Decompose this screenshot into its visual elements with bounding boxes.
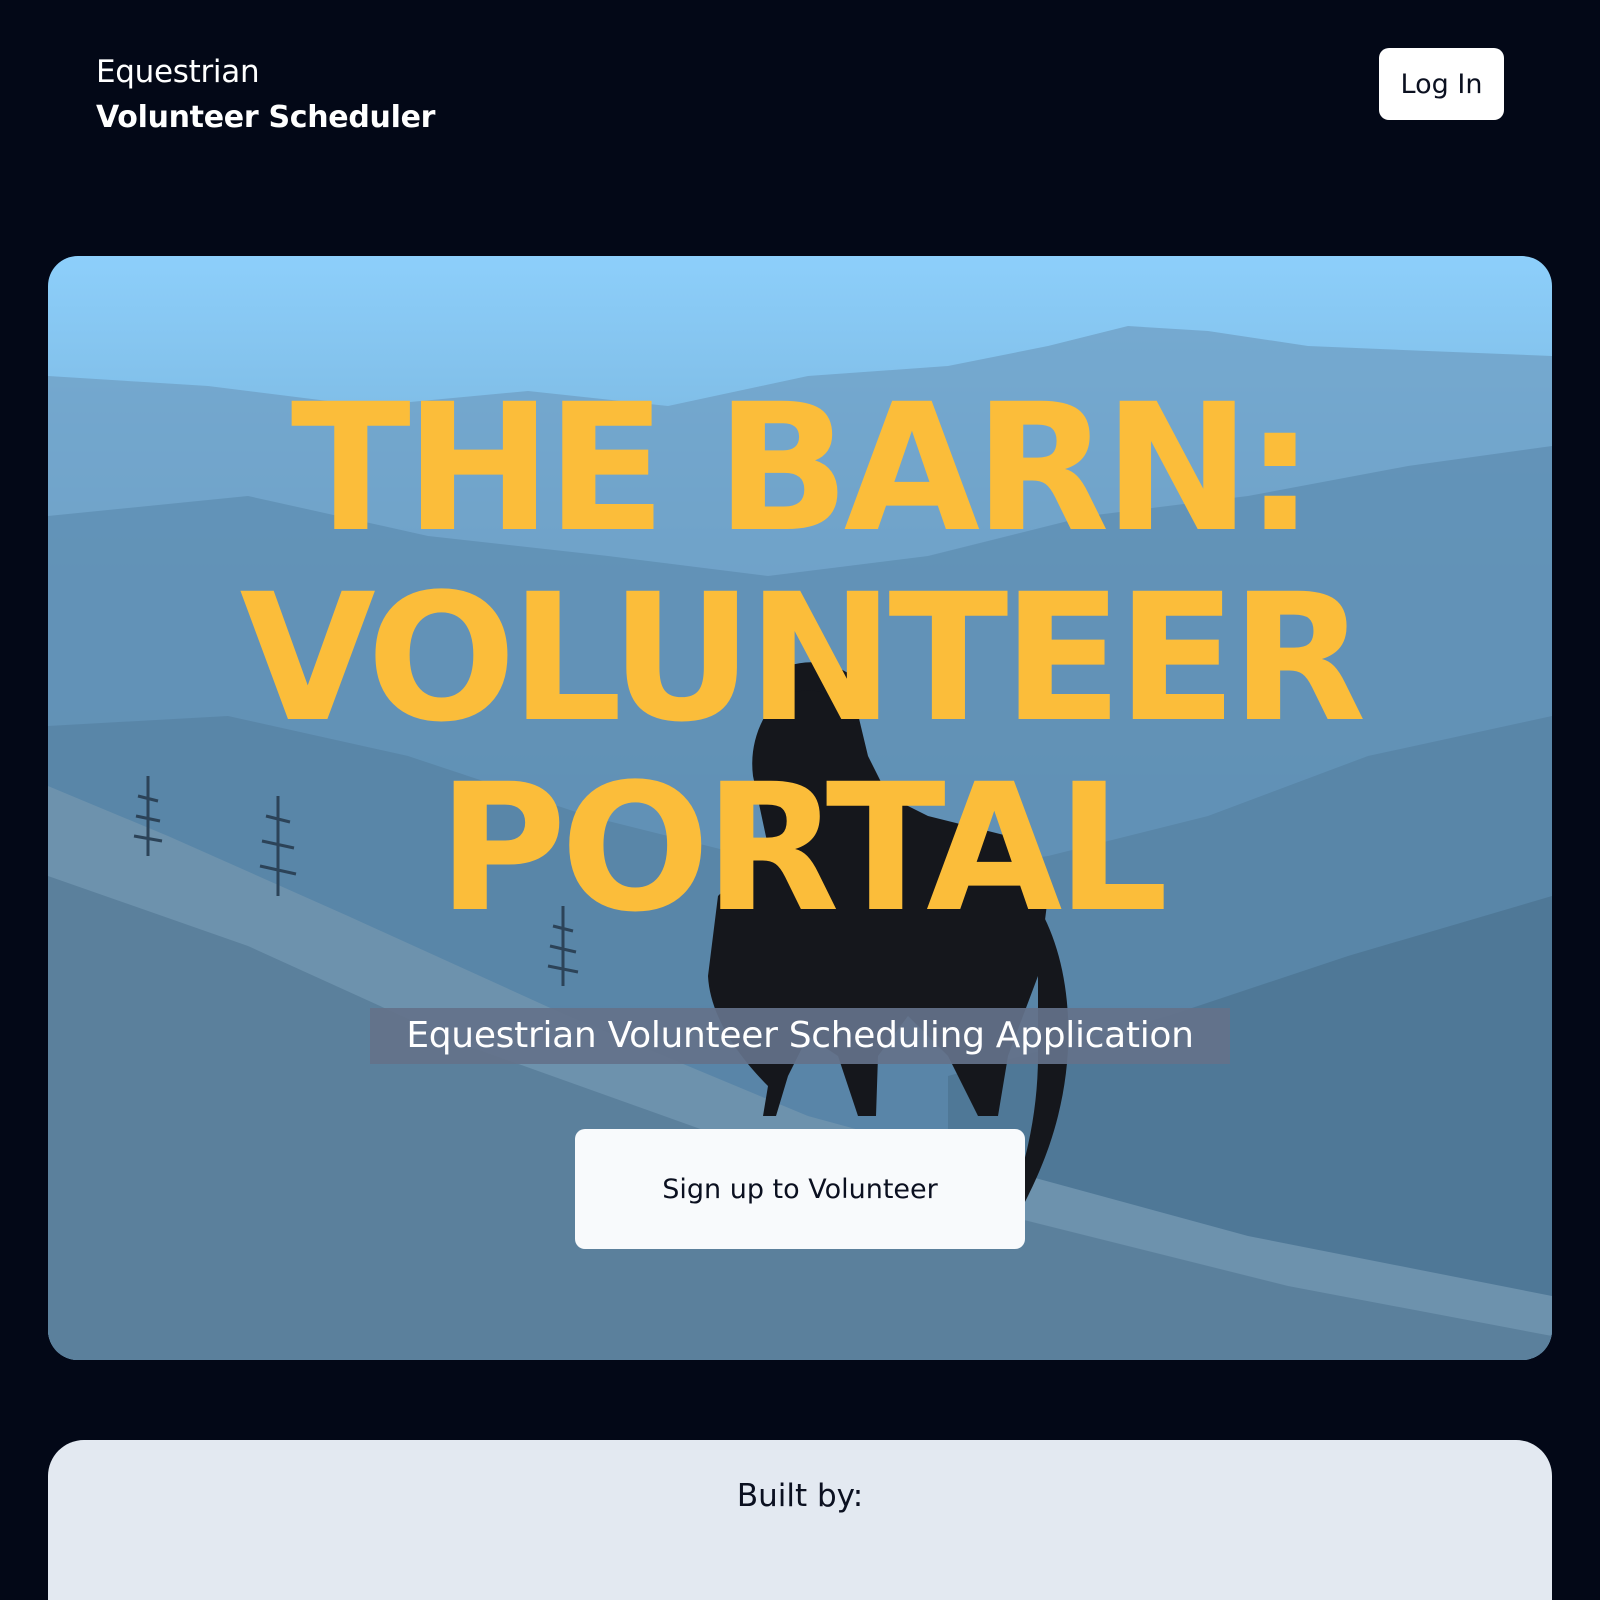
hero-banner: THE BARN: VOLUNTEER PORTAL Equestrian Vo… <box>48 256 1552 1360</box>
hero-title-line-1: THE BARN: <box>290 366 1315 571</box>
built-by-card: Built by: <box>48 1440 1552 1600</box>
hero-title: THE BARN: VOLUNTEER PORTAL <box>48 374 1552 944</box>
page: Equestrian Volunteer Scheduler Log In TH… <box>0 0 1600 1600</box>
hero-title-line-2: VOLUNTEER <box>239 556 1367 761</box>
sign-up-volunteer-button[interactable]: Sign up to Volunteer <box>575 1129 1025 1249</box>
login-button[interactable]: Log In <box>1379 48 1504 120</box>
brand-logo[interactable]: Equestrian Volunteer Scheduler <box>96 52 435 140</box>
built-by-heading: Built by: <box>736 1478 864 1514</box>
hero-subtitle: Equestrian Volunteer Scheduling Applicat… <box>370 1008 1230 1064</box>
brand-line-scheduler: Volunteer Scheduler <box>96 100 436 135</box>
hero-subtitle-container: Equestrian Volunteer Scheduling Applicat… <box>48 1008 1552 1064</box>
brand-line-equestrian: Equestrian <box>96 54 260 90</box>
hero-title-line-3: PORTAL <box>437 746 1169 951</box>
